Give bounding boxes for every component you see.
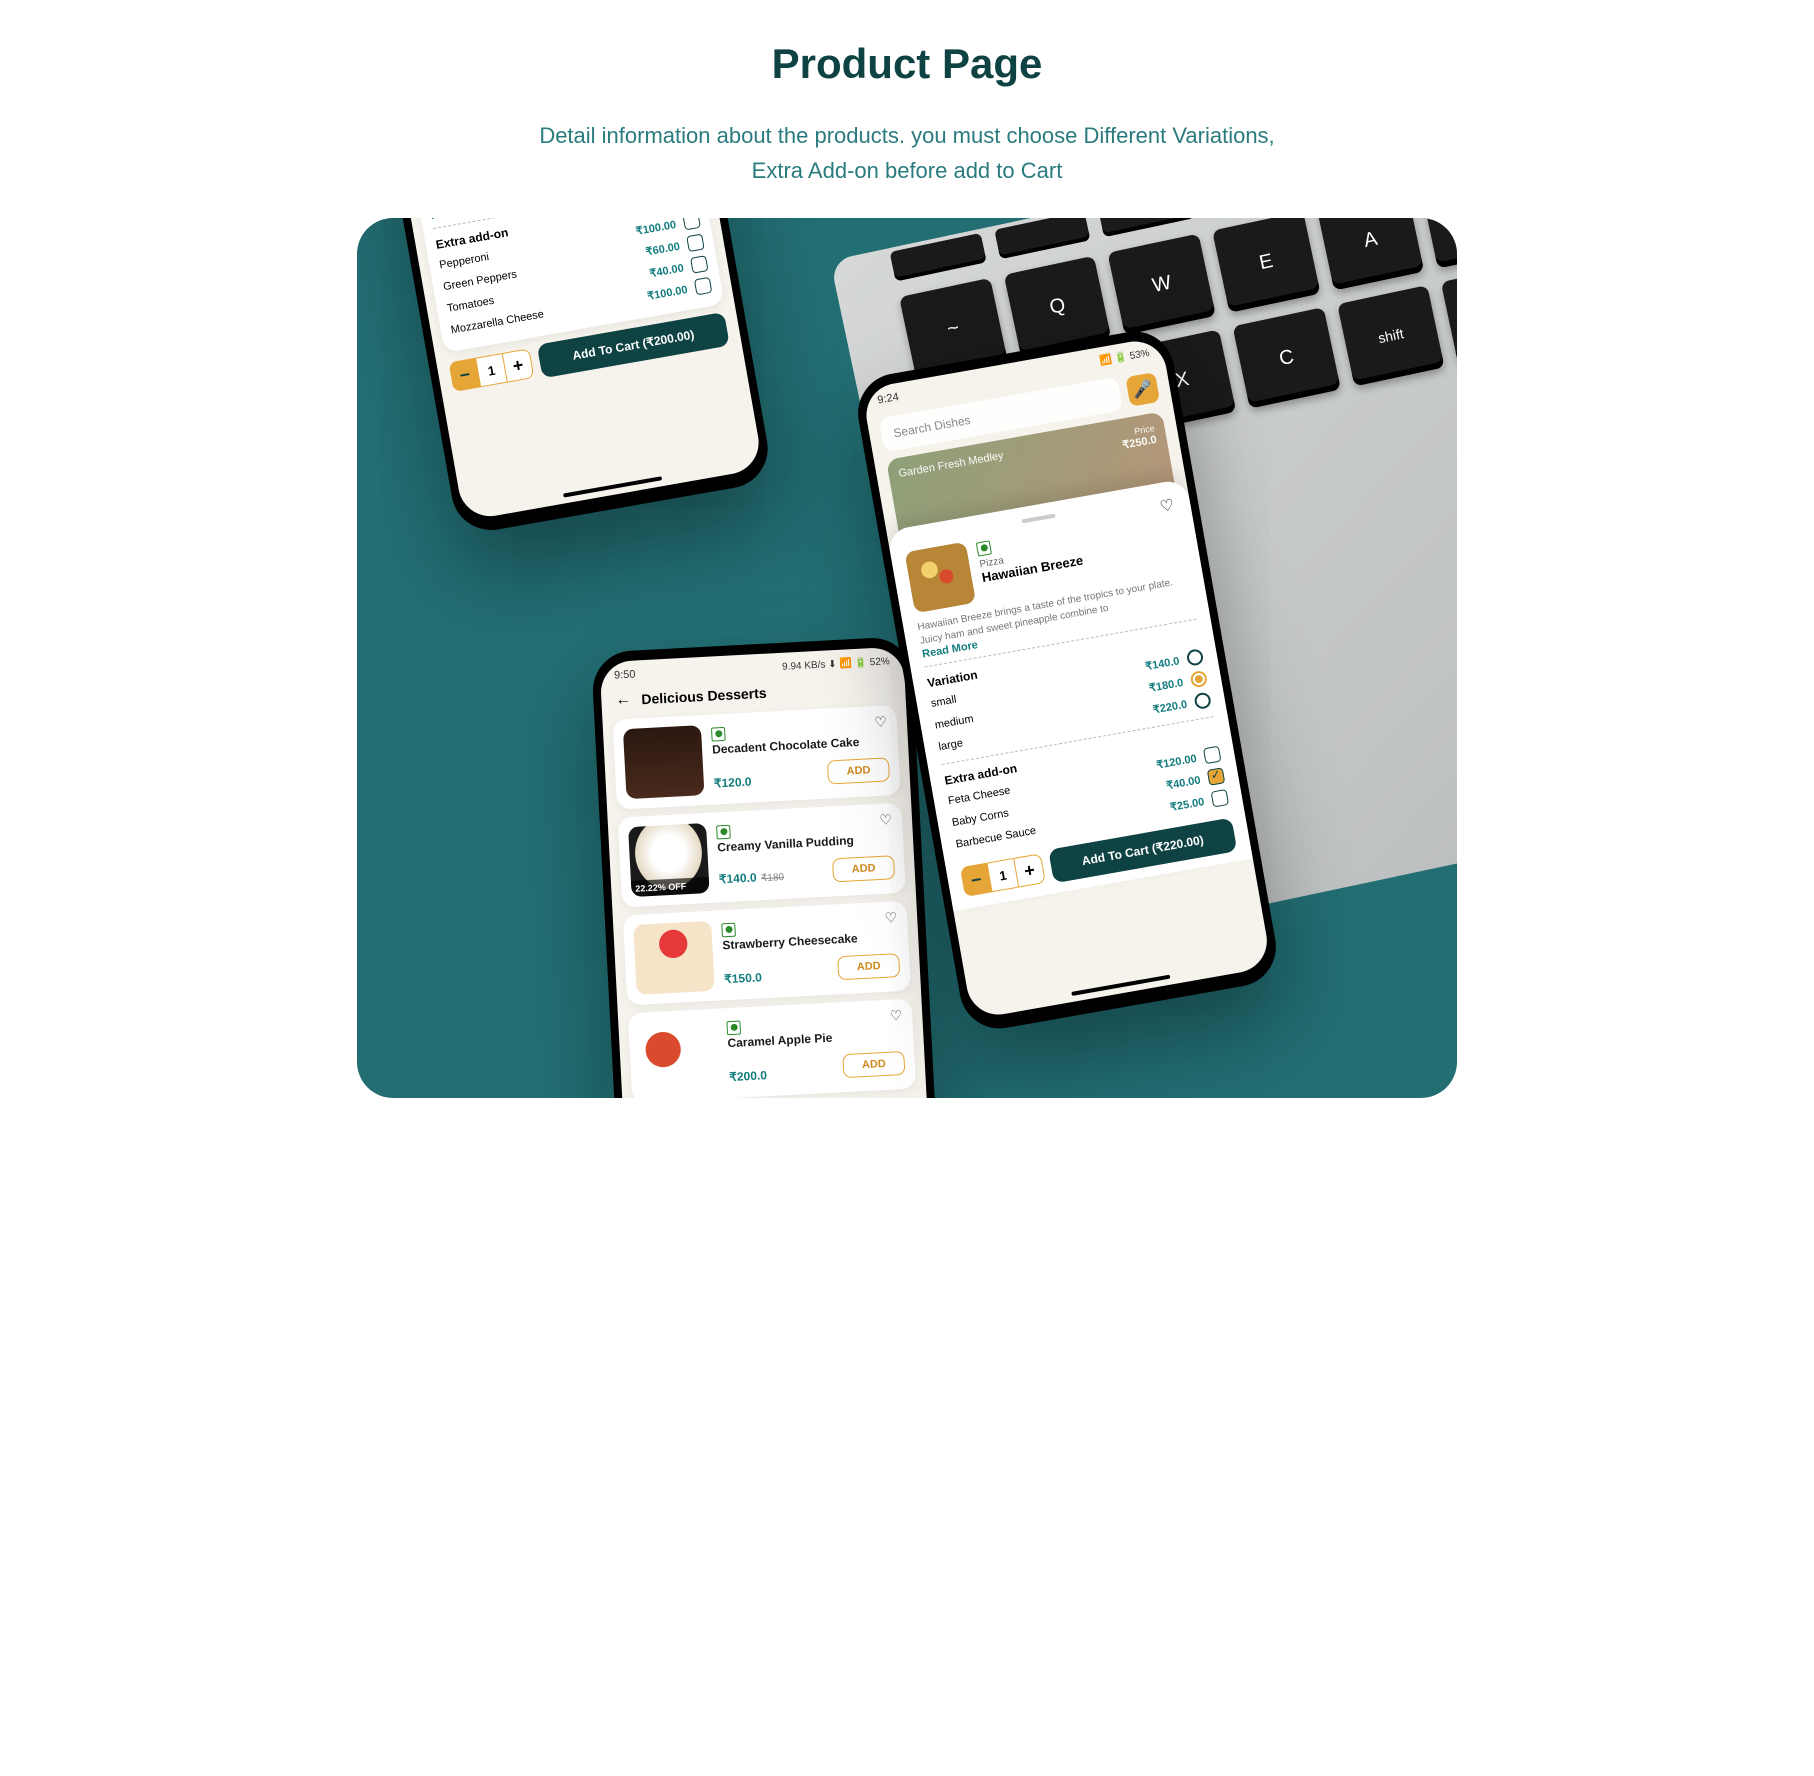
addon-checkbox[interactable]: [686, 234, 705, 253]
list-item[interactable]: ♡ Caramel Apple Pie ₹200.0 ADD: [628, 999, 916, 1099]
addon-price: ₹100.00: [646, 283, 688, 303]
addon-price: ₹120.00: [1155, 752, 1197, 772]
addon-price: ₹40.00: [1165, 773, 1201, 792]
item-price: ₹120.0: [714, 775, 752, 791]
mic-button[interactable]: 🎤: [1125, 372, 1160, 407]
page-subtitle: Detail information about the products. y…: [357, 118, 1457, 188]
keycap: control: [1441, 263, 1457, 364]
mic-icon: 🎤: [1131, 378, 1154, 401]
heart-icon[interactable]: ♡: [879, 812, 892, 830]
add-button[interactable]: ADD: [832, 856, 895, 883]
keycap: S: [1421, 218, 1457, 268]
search-placeholder: Search Dishes: [892, 413, 971, 440]
addon-price: ₹25.00: [1169, 795, 1205, 814]
discount-tag: 22.22% OFF: [631, 877, 710, 897]
veg-badge-icon: [726, 1020, 741, 1035]
keycap: E: [1212, 218, 1320, 313]
veg-badge-icon: [716, 825, 731, 840]
product-thumb: [904, 542, 976, 614]
item-name: Strawberry Cheesecake: [722, 929, 899, 953]
qty-plus-button[interactable]: +: [1013, 854, 1046, 888]
addon-price: ₹40.00: [648, 261, 684, 280]
item-name: Caramel Apple Pie: [727, 1027, 904, 1051]
item-name: Creamy Vanilla Pudding: [717, 832, 894, 856]
product-sheet: ♡ Pizza Hawaiian Breeze Hawaiian Breeze …: [886, 479, 1252, 912]
item-thumb: [623, 726, 705, 800]
keycap: C: [1232, 308, 1340, 409]
add-button[interactable]: ADD: [842, 1052, 905, 1079]
item-price: ₹150.0: [724, 971, 762, 987]
item-thumb: 22.22% OFF: [628, 823, 710, 897]
screen-title: Delicious Desserts: [641, 685, 767, 708]
item-name: Decadent Chocolate Cake: [712, 734, 889, 758]
item-price: ₹140.0: [719, 871, 757, 887]
variation-radio[interactable]: [1186, 649, 1205, 668]
list-item[interactable]: ♡ Strawberry Cheesecake ₹150.0 ADD: [623, 901, 911, 1006]
keycap: shift: [1337, 285, 1445, 386]
qty-plus-button[interactable]: +: [502, 349, 535, 383]
item-price: ₹200.0: [729, 1069, 767, 1085]
addon-checkbox[interactable]: [1207, 768, 1226, 787]
list-item[interactable]: ♡ 22.22% OFF Creamy Vanilla Pudding ₹140…: [618, 803, 906, 908]
item-thumb: [633, 921, 715, 995]
variation-price: ₹140.0: [1144, 654, 1180, 673]
hero-showcase: ~ Q W E A S D Z X C shift control option: [357, 218, 1457, 1098]
variation-radio[interactable]: [1193, 692, 1212, 711]
heart-icon[interactable]: ♡: [884, 910, 897, 928]
banner-name: Garden Fresh Medley: [898, 450, 1005, 480]
keycap: A: [1316, 218, 1424, 291]
variation-radio[interactable]: [1190, 670, 1209, 689]
addon-checkbox[interactable]: [694, 277, 713, 296]
item-thumb: [638, 1019, 720, 1093]
veg-badge-icon: [976, 540, 992, 556]
veg-badge-icon: [721, 922, 736, 937]
list-item[interactable]: ♡ Decadent Chocolate Cake ₹120.0 ADD: [612, 705, 900, 810]
variation-price: ₹180.0: [1148, 676, 1184, 695]
variation-label: medium: [934, 713, 975, 732]
phone-mock-1: Pizza Pepperoni Passion Pepperoni Passio…: [380, 218, 774, 536]
addon-checkbox[interactable]: [690, 256, 709, 275]
addon-checkbox[interactable]: [682, 218, 701, 230]
subtitle-line-1: Detail information about the products. y…: [539, 123, 1274, 148]
item-price-strike: ₹180: [761, 873, 785, 885]
subtitle-line-2: Extra Add-on before add to Cart: [752, 158, 1063, 183]
variation-label: large: [938, 738, 964, 754]
add-button[interactable]: ADD: [837, 954, 900, 981]
keycap: W: [1108, 234, 1216, 335]
status-icons: 9.94 KB/s ⬇ 📶 🔋 52%: [782, 656, 890, 673]
heart-icon[interactable]: ♡: [874, 714, 887, 732]
heart-icon[interactable]: ♡: [1158, 495, 1176, 517]
variation-price: ₹220.0: [1152, 698, 1188, 717]
phone-mock-2: 9:50 9.94 KB/s ⬇ 📶 🔋 52% ← Delicious Des…: [591, 636, 943, 1098]
back-arrow-icon[interactable]: ←: [615, 691, 632, 710]
variation-label: small: [930, 694, 957, 710]
addon-price: ₹60.00: [645, 240, 681, 259]
page-title: Product Page: [357, 40, 1457, 88]
addon-checkbox[interactable]: [1203, 746, 1222, 765]
addon-checkbox[interactable]: [1211, 789, 1230, 808]
drag-handle[interactable]: [1021, 514, 1055, 524]
heart-icon[interactable]: ♡: [889, 1007, 902, 1025]
status-time: 9:50: [614, 669, 636, 682]
status-time: 9:24: [877, 391, 900, 407]
add-button[interactable]: ADD: [827, 758, 890, 785]
veg-badge-icon: [711, 727, 726, 742]
